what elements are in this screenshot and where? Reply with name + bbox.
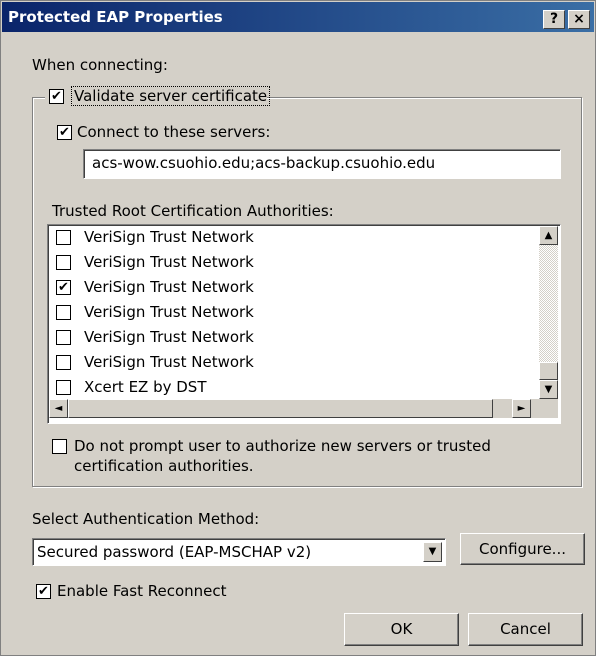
scroll-right-icon[interactable]: ► (512, 399, 531, 418)
scroll-down-icon[interactable]: ▼ (539, 380, 558, 399)
connect-servers-label: Connect to these servers: (77, 123, 271, 141)
connect-servers-checkbox[interactable]: ✔ (57, 125, 72, 140)
authority-checkbox[interactable] (56, 255, 71, 270)
authority-checkbox[interactable] (56, 380, 71, 395)
list-item[interactable]: Xcert EZ by DST (54, 376, 524, 401)
authority-name: VeriSign Trust Network (84, 353, 254, 371)
authority-name: Xcert EZ by DST (84, 378, 207, 396)
authority-name: VeriSign Trust Network (84, 253, 254, 271)
cancel-button[interactable]: Cancel (468, 613, 583, 646)
trusted-root-label: Trusted Root Certification Authorities: (52, 202, 334, 220)
list-item[interactable]: VeriSign Trust Network (54, 351, 524, 376)
horizontal-scroll-thumb[interactable] (68, 399, 493, 418)
close-button[interactable]: × (568, 10, 590, 29)
ok-button[interactable]: OK (344, 613, 459, 646)
list-item[interactable]: VeriSign Trust Network (54, 326, 524, 351)
auth-method-label: Select Authentication Method: (32, 510, 260, 528)
servers-input-value: acs-wow.csuohio.edu;acs-backup.csuohio.e… (92, 154, 436, 172)
list-item[interactable]: VeriSign Trust Network (54, 301, 524, 326)
scroll-corner (539, 399, 558, 418)
dropdown-arrow-icon[interactable]: ▼ (423, 542, 442, 562)
list-item[interactable]: ✔ VeriSign Trust Network (54, 276, 524, 301)
fast-reconnect-label: Enable Fast Reconnect (57, 582, 227, 600)
validate-label: Validate server certificate (71, 86, 271, 106)
servers-input[interactable]: acs-wow.csuohio.edu;acs-backup.csuohio.e… (83, 149, 561, 179)
authority-checkbox[interactable] (56, 330, 71, 345)
vertical-scroll-thumb[interactable] (539, 362, 558, 380)
configure-button[interactable]: Configure... (460, 533, 585, 565)
list-item[interactable]: VeriSign Trust Network (54, 251, 524, 276)
horizontal-scrollbar[interactable]: ◄ ► (49, 399, 539, 418)
do-not-prompt-checkbox[interactable] (52, 439, 67, 454)
list-item[interactable]: VeriSign Trust Network (54, 226, 524, 251)
authority-checkbox[interactable] (56, 230, 71, 245)
do-not-prompt-label-line2: certification authorities. (74, 457, 254, 475)
help-button[interactable]: ? (543, 10, 565, 29)
title-bar[interactable]: Protected EAP Properties ? × (2, 2, 594, 32)
fast-reconnect-checkbox[interactable]: ✔ (36, 584, 51, 599)
validate-checkbox[interactable]: ✔ (49, 89, 64, 104)
auth-method-select[interactable]: Secured password (EAP-MSCHAP v2) ▼ (32, 538, 446, 566)
authority-checkbox[interactable] (56, 305, 71, 320)
authority-name: VeriSign Trust Network (84, 228, 254, 246)
window-title: Protected EAP Properties (8, 8, 223, 26)
authorities-list[interactable]: VeriSign Trust Network VeriSign Trust Ne… (47, 224, 561, 424)
authority-name: VeriSign Trust Network (84, 303, 254, 321)
scroll-left-icon[interactable]: ◄ (49, 399, 68, 418)
authority-name: VeriSign Trust Network (84, 328, 254, 346)
do-not-prompt-label-line1: Do not prompt user to authorize new serv… (74, 437, 491, 455)
validate-checkbox-row[interactable]: ✔ Validate server certificate (45, 84, 271, 108)
authority-name: VeriSign Trust Network (84, 278, 254, 296)
when-connecting-label: When connecting: (32, 56, 168, 74)
auth-method-value: Secured password (EAP-MSCHAP v2) (37, 543, 312, 561)
authority-checkbox[interactable] (56, 355, 71, 370)
vertical-scrollbar[interactable]: ▲ ▼ (539, 226, 558, 399)
authority-checkbox[interactable]: ✔ (56, 280, 71, 295)
scroll-up-icon[interactable]: ▲ (539, 226, 558, 245)
dialog-window: Protected EAP Properties ? × When connec… (0, 0, 596, 656)
